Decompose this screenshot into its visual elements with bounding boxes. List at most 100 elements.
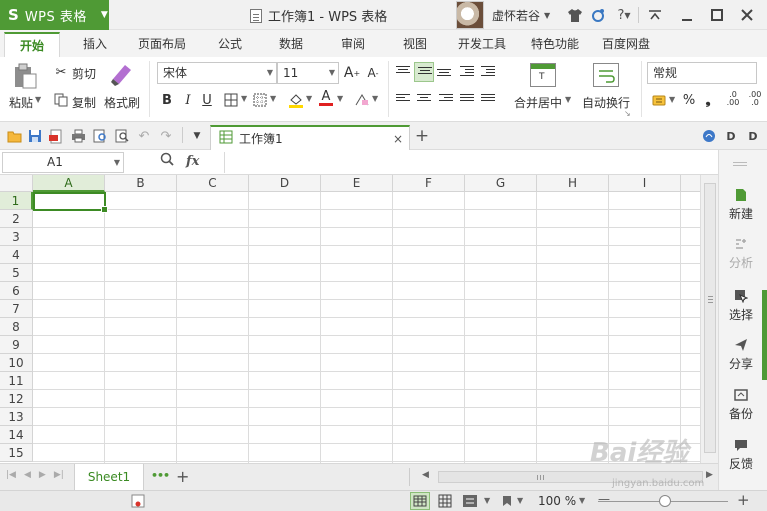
column-header-e[interactable]: E — [321, 175, 393, 192]
scroll-left-icon[interactable]: ◀ — [422, 470, 429, 480]
tab-view[interactable]: 视图 — [393, 32, 437, 57]
align-center-icon[interactable] — [417, 94, 431, 106]
row-header-8[interactable]: 8 — [0, 318, 33, 336]
print-icon[interactable] — [69, 127, 87, 145]
zoom-slider-thumb[interactable] — [659, 495, 671, 507]
doc-info-icon[interactable]: D — [722, 127, 740, 145]
distributed-align-icon[interactable] — [481, 94, 495, 106]
tab-review[interactable]: 审阅 — [331, 32, 375, 57]
row-header-14[interactable]: 14 — [0, 426, 33, 444]
row-header-12[interactable]: 12 — [0, 390, 33, 408]
app-menu-button[interactable]: S WPS 表格 ▼ — [0, 0, 109, 30]
decrease-indent-icon[interactable] — [460, 66, 474, 78]
tab-insert[interactable]: 插入 — [72, 32, 118, 57]
side-share-button[interactable]: 分享 — [719, 338, 763, 372]
skin-icon[interactable] — [588, 5, 608, 25]
justify-icon[interactable] — [460, 94, 474, 106]
zoom-lookup-icon[interactable] — [160, 152, 174, 170]
active-cell[interactable] — [33, 192, 108, 213]
prev-sheet-icon[interactable]: ◀ — [24, 470, 31, 480]
zoom-level[interactable]: 100 % — [538, 494, 576, 508]
name-box[interactable]: A1 ▼ — [2, 152, 124, 173]
decrease-font-icon[interactable]: A- — [364, 64, 382, 82]
chevron-down-icon[interactable]: ▼ — [270, 94, 276, 103]
sheet-tab-sheet1[interactable]: Sheet1 — [74, 464, 144, 491]
column-header-d[interactable]: D — [249, 175, 321, 192]
collapse-icon[interactable] — [645, 5, 665, 25]
chevron-down-icon[interactable]: ▼ — [306, 94, 312, 103]
vertical-scrollbar-thumb[interactable] — [704, 183, 716, 453]
column-header-i[interactable]: I — [609, 175, 681, 192]
tab-data[interactable]: 数据 — [269, 32, 313, 57]
wrap-text-button[interactable]: 自动换行 — [582, 94, 630, 111]
column-header-partial[interactable] — [681, 175, 700, 192]
decrease-decimal-icon[interactable]: .00.0 — [746, 90, 764, 108]
thousands-separator-button[interactable]: ❟ — [699, 91, 717, 109]
font-name-select[interactable]: 宋体 ▼ — [157, 62, 277, 84]
eye-protection-icon[interactable] — [500, 494, 514, 511]
row-header-10[interactable]: 10 — [0, 354, 33, 372]
chevron-down-icon[interactable]: ▼ — [241, 94, 247, 103]
row-header-3[interactable]: 3 — [0, 228, 33, 246]
tab-formulas[interactable]: 公式 — [208, 32, 252, 57]
tab-baidu-netdisk[interactable]: 百度网盘 — [597, 32, 655, 57]
close-icon[interactable] — [737, 5, 757, 25]
row-header-11[interactable]: 11 — [0, 372, 33, 390]
underline-button[interactable]: U — [198, 91, 216, 109]
tab-page-layout[interactable]: 页面布局 — [133, 32, 191, 57]
side-analyze-button[interactable]: 分析 — [719, 237, 763, 271]
chevron-down-icon[interactable]: ▼ — [669, 95, 675, 104]
chevron-down-icon[interactable]: ▼ — [579, 496, 585, 505]
add-sheet-button[interactable]: + — [176, 467, 189, 486]
tab-developer[interactable]: 开发工具 — [452, 32, 512, 57]
cloud-sync-icon[interactable] — [700, 127, 718, 145]
formula-input[interactable] — [224, 152, 716, 173]
select-all-corner[interactable] — [0, 175, 33, 192]
next-sheet-icon[interactable]: ▶ — [39, 470, 46, 480]
row-header-7[interactable]: 7 — [0, 300, 33, 318]
merge-center-button[interactable]: 合并居中 — [514, 94, 562, 111]
cut-button[interactable]: 剪切 — [72, 65, 96, 82]
chevron-down-icon[interactable]: ▼ — [517, 496, 523, 505]
chevron-down-icon[interactable]: ▼ — [372, 94, 378, 103]
spreadsheet-grid[interactable]: ABCDEFGHI 1 2 3 4 5 6 7 8 9 10 11 12 13 14 15 — [0, 175, 700, 463]
more-sheets-button[interactable]: ••• — [151, 469, 170, 482]
tab-special-features[interactable]: 特色功能 — [526, 32, 584, 57]
side-feedback-button[interactable]: 反馈 — [719, 438, 763, 472]
clear-format-icon[interactable] — [353, 91, 371, 109]
avatar[interactable] — [456, 1, 484, 29]
record-macro-icon[interactable] — [131, 494, 145, 511]
row-header-13[interactable]: 13 — [0, 408, 33, 426]
paste-icon[interactable] — [12, 63, 38, 92]
increase-font-icon[interactable]: A + — [343, 64, 361, 82]
insert-function-button[interactable]: fx — [186, 154, 199, 169]
side-backup-button[interactable]: 备份 — [719, 388, 763, 422]
side-panel-toggle[interactable] — [762, 290, 767, 380]
user-account[interactable]: 虚怀若谷 ▼ — [456, 1, 550, 29]
row-header-4[interactable]: 4 — [0, 246, 33, 264]
doc-share-icon[interactable]: D — [744, 127, 762, 145]
format-painter-icon[interactable] — [109, 61, 135, 90]
chevron-down-icon[interactable]: ▼ — [188, 127, 206, 145]
vertical-scrollbar[interactable] — [700, 175, 718, 463]
column-header-h[interactable]: H — [537, 175, 609, 192]
fill-color-icon[interactable] — [287, 91, 305, 109]
format-painter-button[interactable]: 格式刷 — [104, 94, 140, 111]
column-header-a[interactable]: A — [33, 175, 105, 192]
print-preview-icon[interactable] — [91, 127, 109, 145]
increase-indent-icon[interactable] — [481, 66, 495, 78]
column-header-f[interactable]: F — [393, 175, 465, 192]
chevron-down-icon[interactable]: ▼ — [337, 94, 343, 103]
row-header-1[interactable]: 1 — [0, 192, 33, 210]
column-header-c[interactable]: C — [177, 175, 249, 192]
italic-button[interactable]: I — [179, 91, 197, 109]
copy-button[interactable]: 复制 — [72, 94, 96, 111]
dialog-launcher-icon[interactable]: ↘ — [624, 109, 631, 118]
borders-icon[interactable] — [222, 91, 240, 109]
minimize-icon[interactable] — [677, 5, 697, 25]
percent-button[interactable]: % — [680, 91, 698, 109]
align-left-icon[interactable] — [396, 94, 410, 106]
align-middle-button[interactable] — [414, 62, 434, 82]
side-select-button[interactable]: 选择 — [719, 289, 763, 323]
save-icon[interactable] — [26, 127, 44, 145]
